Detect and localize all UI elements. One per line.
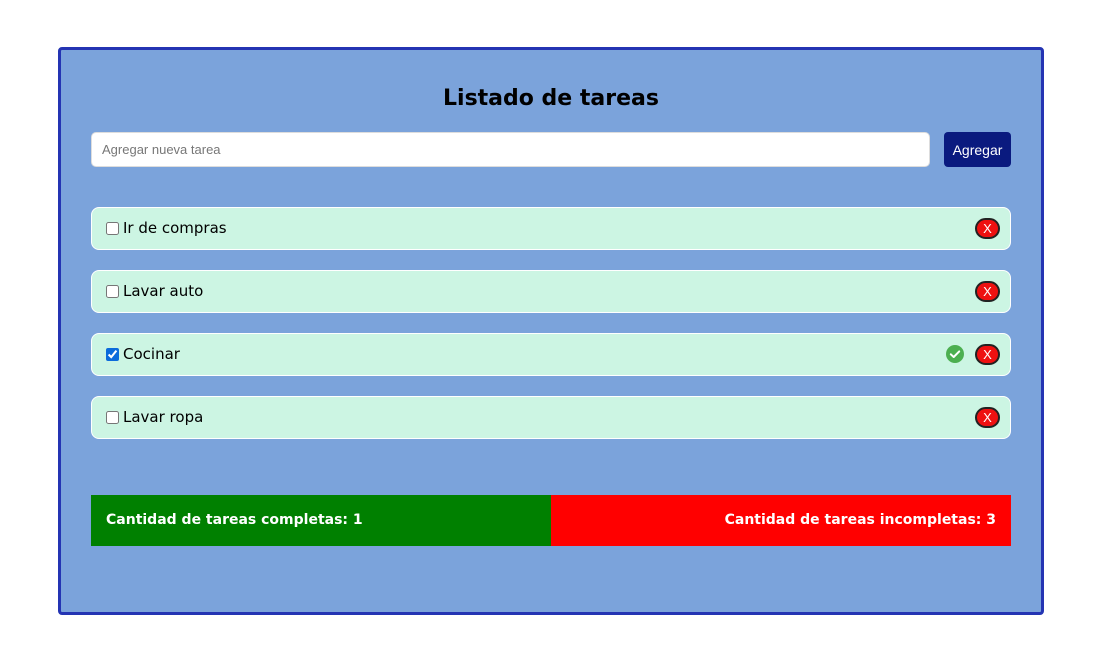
task-label: Lavar ropa <box>123 408 204 426</box>
task-item: Lavar ropa X <box>91 396 1011 439</box>
task-item: Cocinar X <box>91 333 1011 376</box>
task-summary-bar: Cantidad de tareas completas: 1 Cantidad… <box>91 495 1011 546</box>
delete-task-button[interactable]: X <box>975 281 1000 302</box>
task-checkbox[interactable] <box>106 411 119 424</box>
task-checkbox[interactable] <box>106 222 119 235</box>
delete-task-button[interactable]: X <box>975 344 1000 365</box>
task-item: Lavar auto X <box>91 270 1011 313</box>
task-checkbox[interactable] <box>106 348 119 361</box>
task-label: Ir de compras <box>123 219 227 237</box>
task-label: Cocinar <box>123 345 180 363</box>
task-checkbox[interactable] <box>106 285 119 298</box>
incomplete-count: Cantidad de tareas incompletas: 3 <box>551 495 1011 546</box>
delete-task-button[interactable]: X <box>975 407 1000 428</box>
task-list: Ir de compras X Lavar auto X Cocinar X L… <box>91 207 1011 459</box>
delete-task-button[interactable]: X <box>975 218 1000 239</box>
task-item: Ir de compras X <box>91 207 1011 250</box>
task-label: Lavar auto <box>123 282 204 300</box>
page-title: Listado de tareas <box>443 86 659 111</box>
add-task-button[interactable]: Agregar <box>944 132 1011 167</box>
todo-app-card: Listado de tareas Agregar Ir de compras … <box>58 47 1044 615</box>
completed-count: Cantidad de tareas completas: 1 <box>91 495 551 546</box>
new-task-input[interactable] <box>91 132 930 167</box>
check-circle-icon <box>946 345 964 363</box>
